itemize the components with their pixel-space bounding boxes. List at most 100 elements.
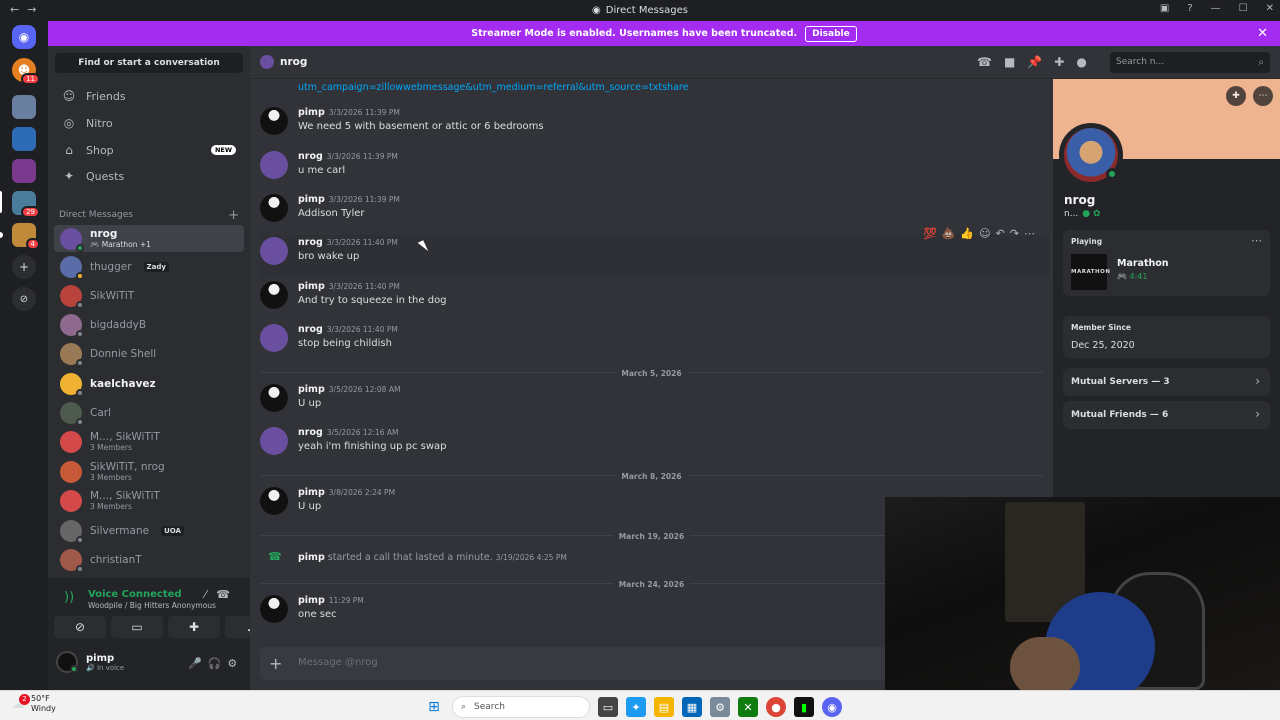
avatar[interactable] (260, 194, 288, 222)
nav-quests[interactable]: ✦ Quests (54, 164, 244, 188)
reaction-100-icon[interactable]: 💯 (923, 227, 942, 240)
disable-button[interactable]: Disable (805, 25, 857, 42)
forward-icon[interactable]: ↷ (1010, 227, 1024, 240)
minimize-icon[interactable]: — (1211, 3, 1221, 14)
dm-item-thugger[interactable]: thugger Zady (54, 253, 244, 280)
inbox-icon[interactable]: ▣ (1160, 3, 1169, 14)
dm-item-christiant[interactable]: christianT (54, 546, 244, 573)
screen-share-button[interactable]: ▭ (111, 616, 163, 638)
dm-item-group-1[interactable]: M..., SikWiTiT 3 Members (54, 428, 244, 455)
activity-more-icon[interactable]: ⋯ (1251, 234, 1262, 247)
profile-avatar[interactable] (1059, 123, 1123, 187)
server-4[interactable] (12, 159, 36, 183)
offline-status (76, 564, 84, 573)
add-server-icon[interactable]: + (12, 255, 36, 279)
server-1[interactable]: ☻ 11 (12, 58, 40, 85)
find-conversation-button[interactable]: Find or start a conversation (55, 53, 243, 73)
avatar[interactable] (260, 237, 288, 265)
reaction-thumbs-up-icon[interactable]: 👍 (960, 227, 979, 240)
taskbar-search[interactable]: ⌕ Search (452, 696, 590, 718)
nav-friends[interactable]: ☺ Friends (54, 84, 244, 108)
nav-arrows[interactable]: ←→ (10, 3, 44, 16)
nav-shop[interactable]: ⌂ Shop NEW (54, 138, 244, 162)
avatar[interactable] (260, 281, 288, 309)
server-6[interactable]: 4 (12, 223, 40, 250)
avatar[interactable] (260, 107, 288, 135)
window-title: ◉ Direct Messages (592, 5, 688, 16)
nav-nitro[interactable]: ◎ Nitro (54, 111, 244, 135)
close-icon[interactable]: ✕ (1266, 3, 1274, 14)
dm-item-group-2[interactable]: SikWiTiT, nrog 3 Members (54, 458, 244, 485)
message-link[interactable]: utm_campaign=zillowwebmessage&utm_medium… (298, 82, 688, 93)
avatar[interactable] (260, 595, 288, 623)
discover-icon[interactable]: ⊘ (12, 287, 36, 311)
reaction-poop-icon[interactable]: 💩 (942, 227, 961, 240)
reply-icon[interactable]: ↶ (996, 227, 1010, 240)
avatar[interactable] (260, 427, 288, 455)
create-dm-icon[interactable]: + (228, 208, 239, 223)
add-friend-profile-icon[interactable]: ✚ (1226, 86, 1246, 106)
window-controls[interactable]: ▣ ? — ☐ ✕ (1160, 3, 1274, 14)
message-input[interactable]: Message @nrog (298, 657, 378, 668)
offline-status (76, 388, 84, 397)
profile-toggle-icon[interactable]: ● (1076, 55, 1098, 69)
camera-off-button[interactable]: ⊘ (54, 616, 106, 638)
mutual-friends-row[interactable]: Mutual Friends — 6 › (1063, 401, 1270, 429)
home-icon[interactable]: ◉ (12, 25, 36, 49)
attach-plus-icon[interactable]: + (269, 654, 282, 673)
profile-more-icon[interactable]: ⋯ (1253, 86, 1273, 106)
server-3[interactable] (12, 127, 36, 151)
dm-item-group-3[interactable]: M..., SikWiTiT 3 Members (54, 487, 244, 514)
voice-call-icon[interactable]: ☎ (977, 55, 1004, 69)
dm-item-donnie-shell[interactable]: Donnie Shell (54, 340, 244, 367)
chrome-icon[interactable]: ● (766, 697, 786, 717)
help-icon[interactable]: ? (1187, 3, 1192, 14)
dm-item-bigdaddyb[interactable]: bigdaddyB (54, 311, 244, 338)
server-2[interactable] (12, 95, 36, 119)
banner-close-icon[interactable]: ✕ (1257, 26, 1268, 41)
xbox-icon[interactable]: ✕ (738, 697, 758, 717)
user-area[interactable]: pimp 🔊 In voice 🎤🎧⚙ (56, 651, 237, 673)
headphones-icon[interactable]: 🎧 (208, 657, 228, 670)
add-reaction-icon[interactable]: ☺ (979, 227, 995, 240)
dm-item-sikwitit[interactable]: SikWiTiT (54, 282, 244, 309)
activity-text: 🎮 Marathon +1 (90, 240, 151, 249)
friends-icon: ☺ (62, 89, 76, 103)
server-5[interactable]: 29 (12, 191, 40, 218)
dm-item-carl[interactable]: Carl (54, 399, 244, 426)
user-profile-panel: ✚ ⋯ nrog n... ● ✿ Playing ⋯ MARATHON Mara… (1053, 79, 1280, 498)
avatar[interactable] (260, 487, 288, 515)
settings-icon[interactable]: ⚙ (710, 697, 730, 717)
maximize-icon[interactable]: ☐ (1239, 3, 1248, 14)
task-view-icon[interactable]: ▭ (598, 697, 618, 717)
twitter-icon[interactable]: ✦ (626, 697, 646, 717)
chat-recipient[interactable]: nrog (260, 55, 307, 69)
streamer-mode-banner: Streamer Mode is enabled. Usernames have… (48, 21, 1280, 46)
more-icon[interactable]: ⋯ (1024, 227, 1040, 240)
message: pimp 3/3/2026 11:39 PM We need 5 with bas… (260, 105, 1050, 147)
settings-gear-icon[interactable]: ⚙ (227, 657, 243, 670)
search-input[interactable]: Search n... ⌕ (1110, 52, 1270, 73)
dm-item-silvermane[interactable]: Silvermane UOA (54, 517, 244, 544)
avatar[interactable] (260, 324, 288, 352)
add-friend-icon[interactable]: ✚ (1054, 55, 1076, 69)
file-explorer-icon[interactable]: ▤ (654, 697, 674, 717)
idle-status (76, 271, 84, 280)
store-icon[interactable]: ▦ (682, 697, 702, 717)
terminal-icon[interactable]: ▮ (794, 697, 814, 717)
activities-button[interactable]: ✚ (168, 616, 220, 638)
noise-suppression-icon[interactable]: ⁄ (204, 588, 216, 601)
disconnect-icon[interactable]: ☎ (216, 588, 240, 601)
mutual-servers-row[interactable]: Mutual Servers — 3 › (1063, 368, 1270, 396)
dm-item-nrog[interactable]: nrog 🎮 Marathon +1 (54, 225, 244, 252)
avatar[interactable] (260, 151, 288, 179)
weather-widget[interactable]: ☁ 2 50°F Windy (12, 693, 56, 714)
windows-start-icon[interactable]: ⊞ (424, 697, 444, 717)
video-call-icon[interactable]: ■ (1004, 55, 1027, 69)
dm-item-kaelchavez[interactable]: kaelchavez (54, 370, 244, 397)
clan-tag: Zady (143, 261, 169, 272)
pin-icon[interactable]: 📌 (1027, 55, 1054, 69)
discord-taskbar-icon[interactable]: ◉ (822, 697, 842, 717)
avatar[interactable] (260, 384, 288, 412)
mic-icon[interactable]: 🎤 (188, 657, 208, 670)
